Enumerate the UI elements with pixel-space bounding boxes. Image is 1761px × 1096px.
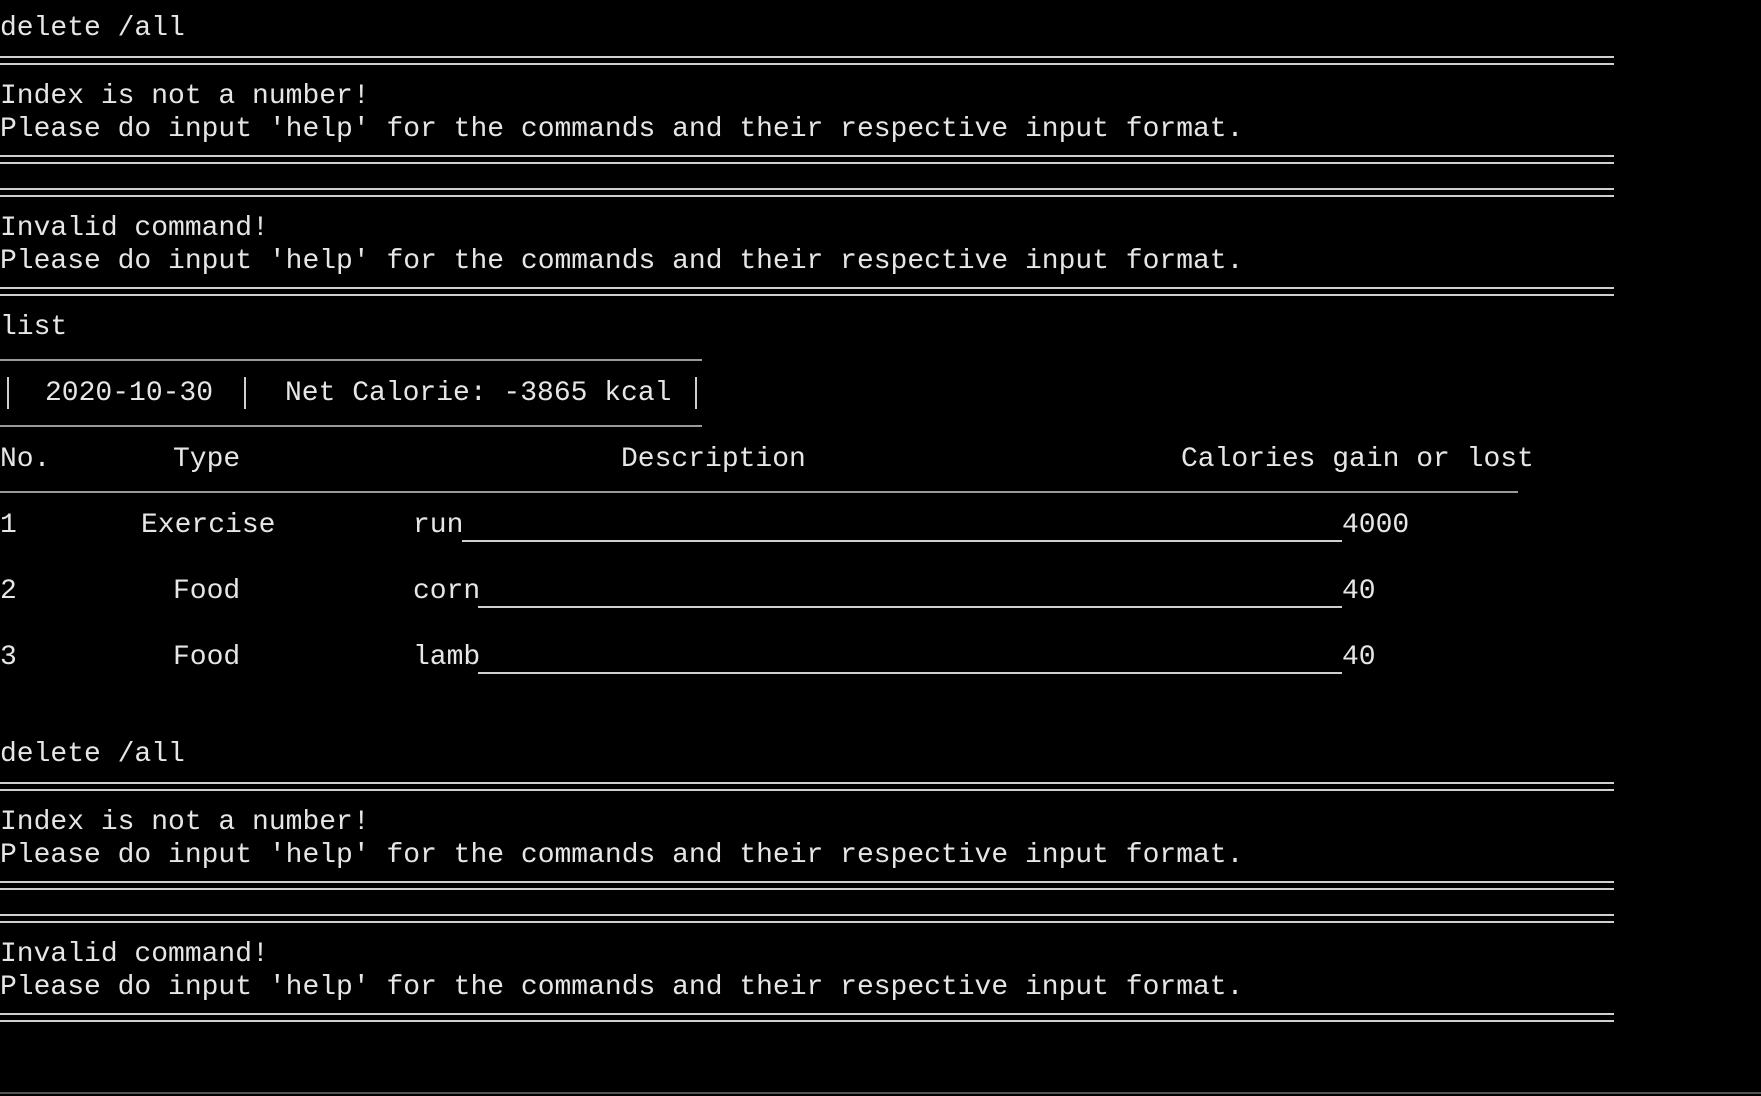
header-calories: Calories gain or lost: [1181, 444, 1534, 475]
separator-rule: [0, 782, 1614, 791]
row-type: Exercise: [141, 510, 276, 541]
error-message: Index is not a number!: [0, 81, 370, 112]
separator-rule: [0, 287, 1614, 296]
row-no: 1: [0, 510, 17, 541]
command-line: list: [0, 312, 68, 343]
row-fill-line: [462, 540, 1342, 542]
row-description: corn: [413, 576, 481, 607]
separator-rule: [0, 155, 1614, 164]
help-hint: Please do input 'help' for the commands …: [0, 114, 1244, 145]
separator-rule: [0, 881, 1614, 890]
window-bottom-edge: [0, 1092, 1761, 1094]
header-no: No.: [0, 444, 51, 475]
row-type: Food: [173, 576, 241, 607]
row-type: Food: [173, 642, 241, 673]
header-description: Description: [621, 444, 806, 475]
row-no: 3: [0, 642, 17, 673]
summary-top-border: [0, 359, 702, 361]
command-line: delete /all: [0, 739, 185, 770]
row-description: lamb: [413, 642, 481, 673]
summary-date: 2020-10-30: [45, 378, 214, 409]
summary-border-left: [7, 377, 9, 409]
row-no: 2: [0, 576, 17, 607]
summary-border-right: [695, 377, 697, 409]
header-type: Type: [173, 444, 241, 475]
separator-rule: [0, 1013, 1614, 1022]
command-line: delete /all: [0, 13, 185, 44]
row-description: run: [413, 510, 464, 541]
help-hint: Please do input 'help' for the commands …: [0, 840, 1244, 871]
row-calories: 40: [1342, 642, 1376, 673]
row-calories: 4000: [1342, 510, 1410, 541]
error-message: Index is not a number!: [0, 807, 370, 838]
summary-divider: [244, 377, 246, 409]
help-hint: Please do input 'help' for the commands …: [0, 246, 1244, 277]
net-calorie: Net Calorie: -3865 kcal: [285, 378, 672, 409]
help-hint: Please do input 'help' for the commands …: [0, 972, 1244, 1003]
row-fill-line: [478, 672, 1342, 674]
error-message: Invalid command!: [0, 939, 269, 970]
separator-rule: [0, 914, 1614, 923]
error-message: Invalid command!: [0, 213, 269, 244]
summary-bottom-border: [0, 425, 702, 427]
row-calories: 40: [1342, 576, 1376, 607]
row-fill-line: [478, 606, 1342, 608]
separator-rule: [0, 188, 1614, 197]
header-underline: [0, 491, 1518, 493]
separator-rule: [0, 56, 1614, 65]
